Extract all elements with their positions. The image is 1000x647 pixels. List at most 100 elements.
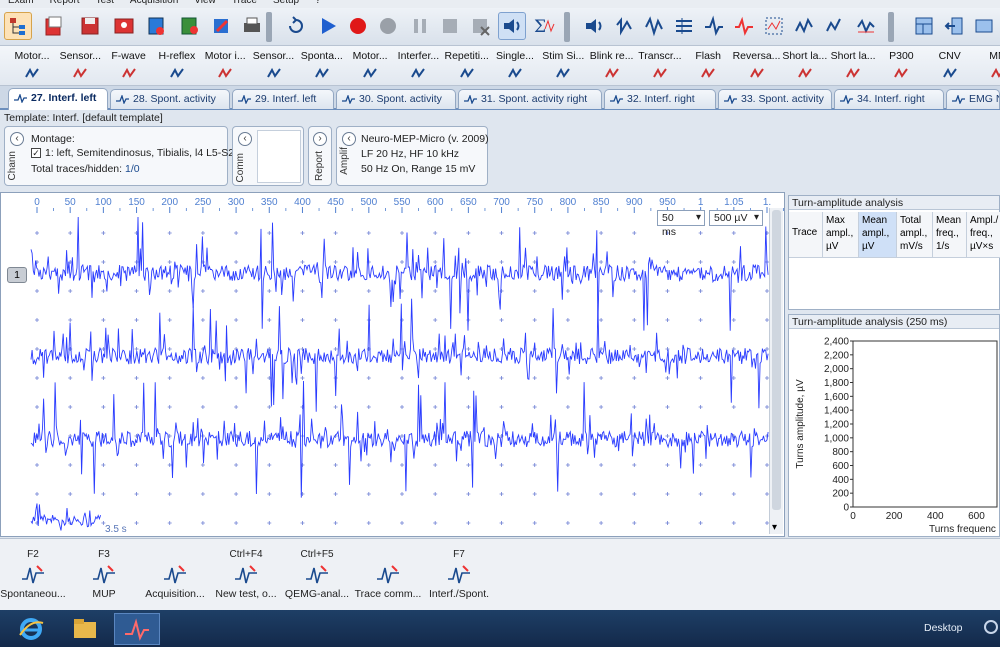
menu-item-7[interactable]: ? [307, 0, 329, 6]
function-button-2[interactable]: Acquisition... [140, 549, 210, 600]
turn-table-column-3[interactable]: Total ampl., mV/s [897, 212, 933, 258]
exam-tab-3[interactable]: 30. Spont. activity [336, 89, 456, 109]
pause-icon[interactable] [406, 12, 434, 40]
record-icon[interactable] [344, 12, 372, 40]
grid-toggle-icon[interactable] [760, 12, 788, 40]
test-type-20[interactable]: MM [974, 50, 1000, 79]
test-type-10[interactable]: Single... [491, 50, 539, 79]
test-type-6[interactable]: Sponta... [298, 50, 346, 79]
function-button-4[interactable]: Ctrl+F5 QEMG-anal... [282, 549, 352, 600]
test-type-7[interactable]: Motor... [346, 50, 394, 79]
turn-table-column-5[interactable]: Ampl./ freq., µV×s [967, 212, 1000, 258]
print-icon[interactable] [238, 12, 266, 40]
patient-card-icon[interactable] [110, 12, 138, 40]
test-type-0[interactable]: Motor... [8, 50, 56, 79]
test-type-19[interactable]: CNV [926, 50, 974, 79]
collapse-comment-button[interactable]: ‹ [238, 132, 252, 146]
test-type-14[interactable]: Flash [684, 50, 732, 79]
exam-tab-6[interactable]: 33. Spont. activity [718, 89, 832, 109]
superimpose-icon[interactable] [670, 12, 698, 40]
averaging-icon[interactable] [852, 12, 880, 40]
desktop-label[interactable]: Desktop [924, 622, 963, 634]
exam-tab-2[interactable]: 29. Interf. left [232, 89, 334, 109]
sensitivity-dropdown[interactable]: 500 µV [709, 210, 763, 226]
stop-icon[interactable] [436, 12, 464, 40]
exam-tab-7[interactable]: 34. Interf. right [834, 89, 944, 109]
cursor-icon[interactable] [820, 12, 848, 40]
test-type-17[interactable]: Short la... [829, 50, 877, 79]
restart-acquisition-icon[interactable] [282, 12, 310, 40]
menu-item-6[interactable]: Setup [265, 0, 307, 6]
menu-item-5[interactable]: Trace [224, 0, 265, 6]
menu-item-2[interactable]: Test [88, 0, 122, 6]
test-type-15[interactable]: Reversa... [733, 50, 781, 79]
exam-tab-4[interactable]: 31. Spont. activity right [458, 89, 602, 109]
neuro-mep-app-icon[interactable] [114, 613, 160, 645]
test-type-11[interactable]: Stim Si... [539, 50, 587, 79]
test-type-8[interactable]: Interfer... [394, 50, 442, 79]
exam-tab-0[interactable]: 27. Interf. left [8, 88, 108, 110]
test-type-4[interactable]: Motor i... [201, 50, 249, 79]
exam-tab-8[interactable]: EMG N [946, 89, 1000, 109]
test-type-3[interactable]: H-reflex [153, 50, 201, 79]
sigma-analysis-icon[interactable]: Σ [530, 12, 558, 40]
montage-tree-icon[interactable] [4, 12, 32, 40]
amplitude-icon[interactable] [790, 12, 818, 40]
test-type-16[interactable]: Short la... [781, 50, 829, 79]
comment-textbox[interactable] [257, 130, 301, 183]
sweep-updown-icon[interactable] [640, 12, 668, 40]
electrode-settings-icon[interactable] [142, 12, 170, 40]
vertical-scrollbar[interactable]: ▾ [769, 208, 783, 534]
volume-icon[interactable] [580, 12, 608, 40]
save-report-icon[interactable] [76, 12, 104, 40]
turn-table-column-0[interactable]: Trace [789, 212, 823, 258]
expand-report-button[interactable]: › [313, 132, 327, 146]
trace-wave-icon[interactable] [700, 12, 728, 40]
test-type-9[interactable]: Repetiti... [443, 50, 491, 79]
turn-table-column-1[interactable]: Max ampl., µV [823, 212, 859, 258]
test-type-5[interactable]: Sensor... [250, 50, 298, 79]
scroll-down-icon[interactable]: ▾ [772, 523, 777, 533]
menu-item-4[interactable]: View [186, 0, 224, 6]
test-type-13[interactable]: Transcr... [636, 50, 684, 79]
clear-traces-icon[interactable] [466, 12, 494, 40]
collapse-amplifier-button[interactable]: ‹ [342, 132, 356, 146]
exit-icon[interactable] [940, 12, 968, 40]
speaker-icon[interactable] [498, 12, 526, 40]
function-button-1[interactable]: F3 MUP [69, 549, 139, 600]
turn-table-column-4[interactable]: Mean freq., 1/s [933, 212, 967, 258]
test-type-1[interactable]: Sensor... [56, 50, 104, 79]
exam-tab-5[interactable]: 32. Interf. right [604, 89, 716, 109]
function-button-5[interactable]: Trace comm... [353, 549, 423, 600]
scrollbar-thumb[interactable] [772, 210, 781, 510]
play-icon[interactable] [314, 12, 342, 40]
menu-item-1[interactable]: Report [42, 0, 88, 6]
stop-record-icon[interactable] [374, 12, 402, 40]
exam-tab-1[interactable]: 28. Spont. activity [110, 89, 230, 109]
function-button-3[interactable]: Ctrl+F4 New test, o... [211, 549, 281, 600]
markers-icon[interactable] [730, 12, 758, 40]
test-type-12[interactable]: Blink re... [588, 50, 636, 79]
function-button-0[interactable]: F2 Spontaneou... [0, 549, 68, 600]
function-button-6[interactable]: F7 Interf./Spont. [424, 549, 494, 600]
menu-item-3[interactable]: Acquisition [122, 0, 186, 6]
window-icon[interactable] [970, 12, 998, 40]
report-open-icon[interactable] [40, 12, 68, 40]
sweep-speed-dropdown[interactable]: 50 ms [657, 210, 705, 238]
layout-icon[interactable] [910, 12, 938, 40]
tray-icon[interactable] [984, 620, 998, 634]
emg-trace-canvas[interactable]: 0 50 100 150 200 250 300 350 400 450 500 550 600 650 7… [1, 193, 784, 536]
menu-item-0[interactable]: Exam [0, 0, 42, 6]
file-explorer-icon[interactable] [62, 613, 108, 645]
gain-updown-icon[interactable] [610, 12, 638, 40]
emg-trace-view[interactable]: 0 50 100 150 200 250 300 350 400 450 500 550 600 650 7… [0, 192, 785, 537]
internet-explorer-icon[interactable] [8, 613, 54, 645]
test-type-18[interactable]: P300 [877, 50, 925, 79]
stimulator-icon[interactable] [176, 12, 204, 40]
tools-icon[interactable] [208, 12, 236, 40]
trace-number-badge[interactable]: 1 [7, 267, 27, 283]
collapse-montage-button[interactable]: ‹ [10, 132, 24, 146]
turn-table-column-2[interactable]: Mean ampl., µV [859, 212, 897, 258]
montage-checkbox[interactable]: ✓ [31, 148, 41, 158]
test-type-2[interactable]: F-wave [105, 50, 153, 79]
